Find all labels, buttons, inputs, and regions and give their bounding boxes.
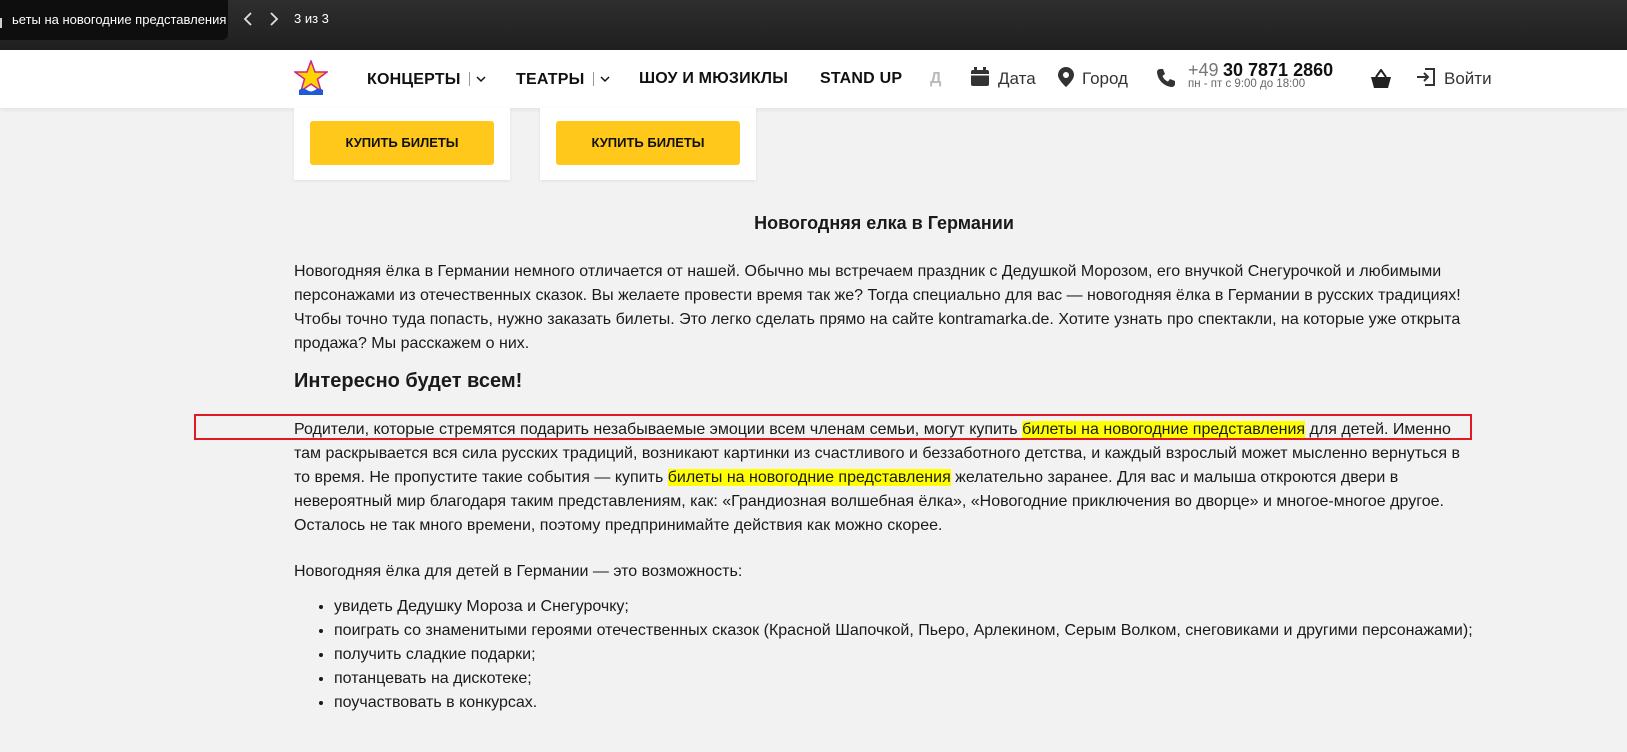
- nav-theatres-label: ТЕАТРЫ: [516, 71, 585, 88]
- login-button[interactable]: Войти: [1416, 50, 1492, 108]
- annotation-box: [194, 414, 1472, 440]
- chevron-left-icon: [243, 12, 252, 26]
- search-highlight: билеты на новогодние представления: [667, 469, 951, 486]
- date-label: Дата: [998, 69, 1036, 88]
- phone-icon: [1157, 69, 1175, 87]
- calendar-icon: [971, 67, 989, 86]
- nav-standup[interactable]: STAND UP: [820, 50, 902, 108]
- chevron-down-icon[interactable]: [476, 50, 486, 108]
- nav-overflow-item[interactable]: Д: [930, 50, 946, 108]
- find-query-field[interactable]: ьеты на новогодние представления: [0, 0, 228, 40]
- list-item: поучаствовать в конкурсах.: [334, 691, 1474, 715]
- star-logo-icon: [292, 58, 330, 95]
- find-query-text: ьеты на новогодние представления: [12, 12, 227, 27]
- nav-shows-musicals[interactable]: ШОУ И МЮЗИКЛЫ: [639, 50, 788, 108]
- login-icon: [1417, 68, 1435, 86]
- section-heading: Интересно будет всем!: [294, 370, 523, 392]
- find-next-button[interactable]: [262, 8, 284, 30]
- opportunities-list: увидеть Дедушку Мороза и Снегурочку; пои…: [294, 595, 1474, 715]
- login-label: Войти: [1444, 69, 1492, 88]
- list-item: получить сладкие подарки;: [334, 643, 1474, 667]
- list-item: потанцевать на дискотеке;: [334, 667, 1474, 691]
- nav-standup-label: STAND UP: [820, 70, 903, 87]
- intro-paragraph: Новогодняя ёлка в Германии немного отлич…: [294, 263, 1461, 352]
- phone-contact[interactable]: +49 30 7871 2860 пн - пт с 9:00 до 18:00: [1188, 60, 1333, 90]
- find-bar: ьеты на новогодние представления 3 из 3: [0, 0, 1627, 50]
- site-header: КОНЦЕРТЫ ТЕАТРЫ ШОУ И МЮЗИКЛЫ STAND UP Д…: [0, 50, 1627, 108]
- nav-separator: [592, 72, 594, 86]
- location-pin-icon: [1058, 67, 1074, 87]
- phone-prefix: +49: [1188, 60, 1219, 80]
- city-filter-button[interactable]: Город: [1058, 50, 1128, 108]
- phone-number: 30 7871 2860: [1223, 60, 1334, 80]
- nav-concerts-label: КОНЦЕРТЫ: [367, 71, 461, 88]
- list-item: увидеть Дедушку Мороза и Снегурочку;: [334, 595, 1474, 619]
- chevron-down-icon[interactable]: [599, 50, 610, 108]
- nav-separator: [468, 72, 470, 86]
- nav-concerts[interactable]: КОНЦЕРТЫ: [367, 50, 486, 108]
- event-card: КУПИТЬ БИЛЕТЫ: [294, 108, 510, 180]
- find-previous-button[interactable]: [238, 8, 260, 30]
- find-match-count: 3 из 3: [294, 11, 329, 26]
- chevron-right-icon: [270, 12, 279, 26]
- nav-shows-label: ШОУ И МЮЗИКЛЫ: [639, 70, 789, 87]
- event-card: КУПИТЬ БИЛЕТЫ: [540, 108, 756, 180]
- site-logo[interactable]: [292, 58, 330, 96]
- article-title: Новогодняя елка в Германии: [754, 213, 1014, 233]
- opportunities-intro: Новогодняя ёлка для детей в Германии — э…: [294, 563, 743, 580]
- text-caret: [0, 18, 8, 28]
- date-filter-button[interactable]: Дата: [970, 50, 1036, 108]
- buy-tickets-button[interactable]: КУПИТЬ БИЛЕТЫ: [556, 121, 740, 165]
- nav-theatres[interactable]: ТЕАТРЫ: [516, 50, 610, 108]
- list-item: поиграть со знаменитыми героями отечеств…: [334, 619, 1474, 643]
- city-label: Город: [1082, 69, 1128, 88]
- buy-tickets-button[interactable]: КУПИТЬ БИЛЕТЫ: [310, 121, 494, 165]
- basket-icon[interactable]: [1370, 69, 1392, 89]
